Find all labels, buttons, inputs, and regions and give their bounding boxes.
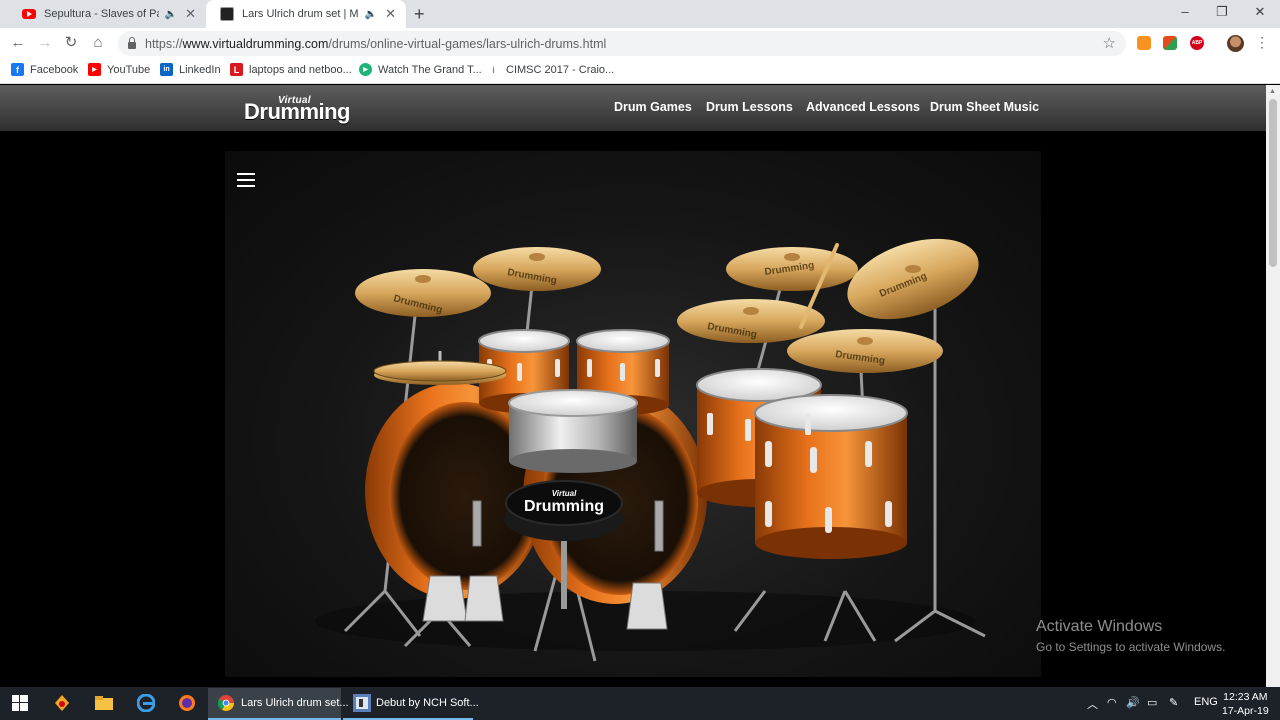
- office-icon[interactable]: [1163, 36, 1177, 50]
- facebook-icon: f: [11, 63, 24, 76]
- scroll-up-arrow-icon[interactable]: ▲: [1269, 88, 1276, 95]
- bookmarks-bar: f Facebook ▶ YouTube in LinkedIn L lapto…: [0, 58, 1280, 84]
- wifi-icon[interactable]: ◠: [1107, 696, 1117, 709]
- bookmark-laptops[interactable]: L laptops and netboo...: [230, 63, 352, 76]
- home-button[interactable]: ⌂: [88, 34, 108, 52]
- web-page: Virtual Drumming Drum Games Drum Lessons…: [0, 85, 1266, 687]
- system-clock[interactable]: 12:23 AM 17-Apr-19: [1222, 690, 1269, 718]
- play-icon: ▶: [359, 63, 372, 76]
- bookmark-label: laptops and netboo...: [249, 63, 352, 76]
- nav-advanced-lessons[interactable]: Advanced Lessons: [806, 100, 920, 114]
- url-path: /drums/online-virtual-games/lars-ulrich-…: [328, 36, 607, 51]
- lock-icon: [128, 37, 136, 49]
- bookmark-youtube[interactable]: ▶ YouTube: [88, 63, 150, 76]
- bookmark-facebook[interactable]: f Facebook: [11, 63, 78, 76]
- firefox-icon[interactable]: [177, 693, 197, 713]
- nav-drum-sheet-music[interactable]: Drum Sheet Music: [930, 100, 1039, 114]
- minimize-button[interactable]: –: [1165, 4, 1205, 19]
- url-host: www.virtualdrumming.com: [182, 36, 329, 51]
- address-bar[interactable]: https://www.virtualdrumming.com/drums/on…: [118, 31, 1126, 56]
- youtube-icon: ▶: [88, 63, 101, 76]
- speaker-icon[interactable]: 🔈: [365, 9, 377, 20]
- taskbar-chrome-window[interactable]: Lars Ulrich drum set...: [208, 688, 349, 720]
- watermark-subtitle: Go to Settings to activate Windows.: [1036, 640, 1226, 654]
- close-tab-icon[interactable]: ✕: [385, 6, 396, 22]
- cimsc-icon: i: [492, 64, 495, 75]
- reload-button[interactable]: ↻: [61, 34, 81, 52]
- bookmark-grand-tour[interactable]: ▶ Watch The Grand T...: [359, 63, 482, 76]
- pen-icon[interactable]: ✎: [1169, 696, 1178, 709]
- cortana-app-icon[interactable]: [52, 693, 72, 713]
- activate-windows-watermark: Activate Windows Go to Settings to activ…: [1036, 618, 1225, 654]
- tab-strip: Sepultura - Slaves of Pain - Y 🔈 ✕ Lars …: [0, 0, 1280, 28]
- close-window-button[interactable]: ✕: [1240, 4, 1280, 20]
- tab-sepultura[interactable]: Sepultura - Slaves of Pain - Y 🔈 ✕: [8, 0, 206, 28]
- forward-button[interactable]: →: [35, 34, 55, 52]
- linkedin-icon: in: [160, 63, 173, 76]
- tab-lars-ulrich[interactable]: Lars Ulrich drum set | Metalli 🔈 ✕: [206, 0, 406, 28]
- clock-time: 12:23 AM: [1223, 691, 1268, 703]
- drum-kit: Virtual Drumming Drumming Drumming Drumm…: [315, 238, 986, 662]
- clock-date: 17-Apr-19: [1222, 705, 1269, 717]
- watermark-title: Activate Windows: [1036, 618, 1163, 635]
- throne-logo-small: Virtual: [552, 489, 577, 498]
- bookmark-label: YouTube: [107, 63, 151, 76]
- bookmark-cimsc[interactable]: i CIMSC 2017 - Craio...: [487, 63, 614, 76]
- back-button[interactable]: ←: [8, 34, 28, 52]
- bookmark-star-icon[interactable]: ☆: [1103, 34, 1116, 52]
- debut-icon: [353, 694, 371, 712]
- language-indicator[interactable]: ENG: [1194, 696, 1218, 708]
- bookmark-label: CIMSC 2017 - Craio...: [506, 63, 615, 76]
- taskbar-app-label: Lars Ulrich drum set...: [241, 697, 349, 709]
- laptops-icon: L: [230, 63, 243, 76]
- scroll-thumb[interactable]: [1269, 99, 1277, 267]
- speaker-icon[interactable]: 🔈: [165, 9, 177, 20]
- page-scrollbar[interactable]: ▲: [1266, 85, 1280, 687]
- rss-icon[interactable]: [1137, 36, 1151, 50]
- windows-start-icon[interactable]: [10, 693, 30, 713]
- edge-icon[interactable]: [136, 693, 156, 713]
- show-hidden-icons-icon[interactable]: ︿: [1087, 696, 1098, 712]
- bookmark-linkedin[interactable]: in LinkedIn: [160, 63, 221, 76]
- new-tab-button[interactable]: +: [414, 4, 425, 25]
- taskbar-app-label: Debut by NCH Soft...: [376, 697, 479, 709]
- site-header: Virtual Drumming Drum Games Drum Lessons…: [0, 85, 1266, 131]
- chrome-menu-icon[interactable]: ⋮: [1255, 34, 1269, 51]
- chrome-icon: [218, 695, 234, 711]
- adblock-icon[interactable]: ABP: [1190, 36, 1204, 50]
- close-tab-icon[interactable]: ✕: [185, 6, 196, 22]
- drum-game-canvas[interactable]: Virtual Drumming Drumming Drumming Drumm…: [225, 151, 1041, 677]
- url-scheme: https://: [145, 36, 183, 51]
- battery-icon[interactable]: ▭: [1147, 696, 1157, 709]
- bookmark-label: LinkedIn: [179, 63, 221, 76]
- throne-logo-big: Drumming: [524, 498, 604, 515]
- youtube-icon: [22, 7, 36, 21]
- virtualdrumming-icon: [220, 7, 234, 21]
- taskbar-debut-window[interactable]: Debut by NCH Soft...: [343, 688, 479, 720]
- profile-avatar[interactable]: [1227, 35, 1244, 52]
- logo-big-text: Drumming: [244, 99, 351, 124]
- tab-title: Sepultura - Slaves of Pain - Y: [44, 8, 159, 20]
- bookmark-label: Watch The Grand T...: [378, 63, 482, 76]
- browser-toolbar: ← → ↻ ⌂ https://www.virtualdrumming.com /…: [0, 28, 1280, 58]
- bookmark-label: Facebook: [30, 63, 79, 76]
- volume-icon[interactable]: 🔊: [1126, 696, 1140, 709]
- windows-taskbar: Lars Ulrich drum set... Debut by NCH Sof…: [0, 687, 1280, 720]
- file-explorer-icon[interactable]: [94, 693, 114, 713]
- tab-title: Lars Ulrich drum set | Metalli: [242, 8, 359, 20]
- nav-drum-games[interactable]: Drum Games: [614, 100, 692, 114]
- restore-button[interactable]: ❐: [1202, 4, 1242, 20]
- nav-drum-lessons[interactable]: Drum Lessons: [706, 100, 793, 114]
